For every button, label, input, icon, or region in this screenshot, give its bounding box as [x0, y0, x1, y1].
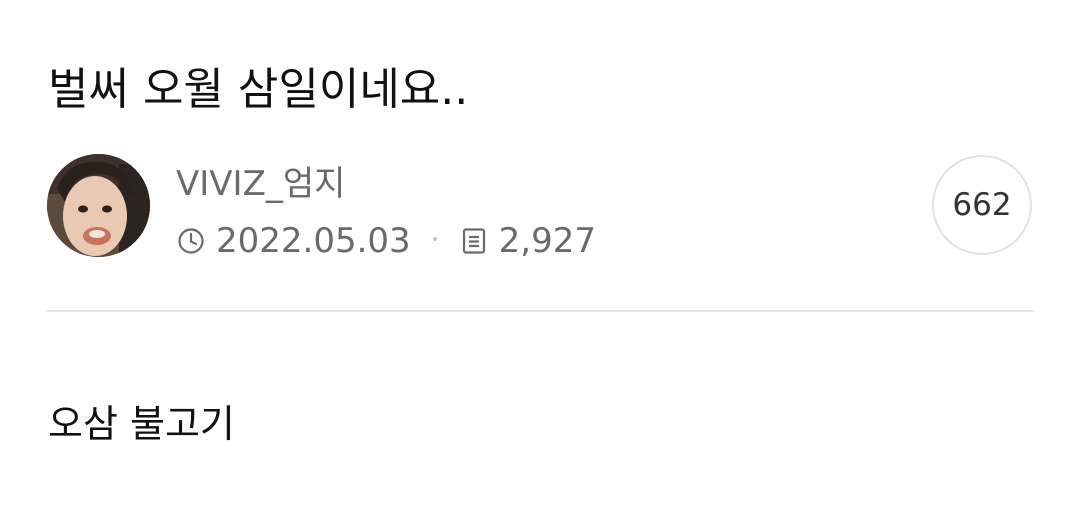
avatar-photo-icon	[47, 154, 150, 257]
post-date: 2022.05.03	[216, 221, 411, 261]
post-title: 벌써 오월 삼일이네요..	[48, 64, 469, 115]
post-meta: 2022.05.03 2,927	[176, 218, 596, 264]
author-avatar[interactable]	[47, 154, 150, 257]
post-body: 오삼 불고기	[48, 402, 235, 446]
meta-separator	[432, 237, 437, 241]
clock-icon	[176, 226, 206, 256]
author-name[interactable]: VIVIZ_엄지	[176, 160, 345, 208]
view-count: 2,927	[498, 221, 597, 261]
comment-count-button[interactable]: 662	[932, 155, 1032, 255]
header-divider	[47, 310, 1034, 312]
document-icon	[459, 226, 489, 256]
